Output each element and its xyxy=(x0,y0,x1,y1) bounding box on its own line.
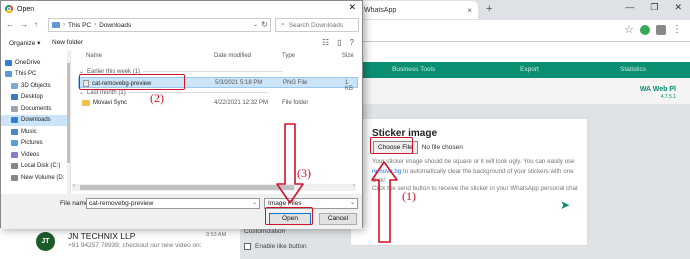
annotation-arrows xyxy=(276,123,398,243)
arrow-up-choose xyxy=(371,161,398,243)
arrow-down-open xyxy=(276,123,304,204)
